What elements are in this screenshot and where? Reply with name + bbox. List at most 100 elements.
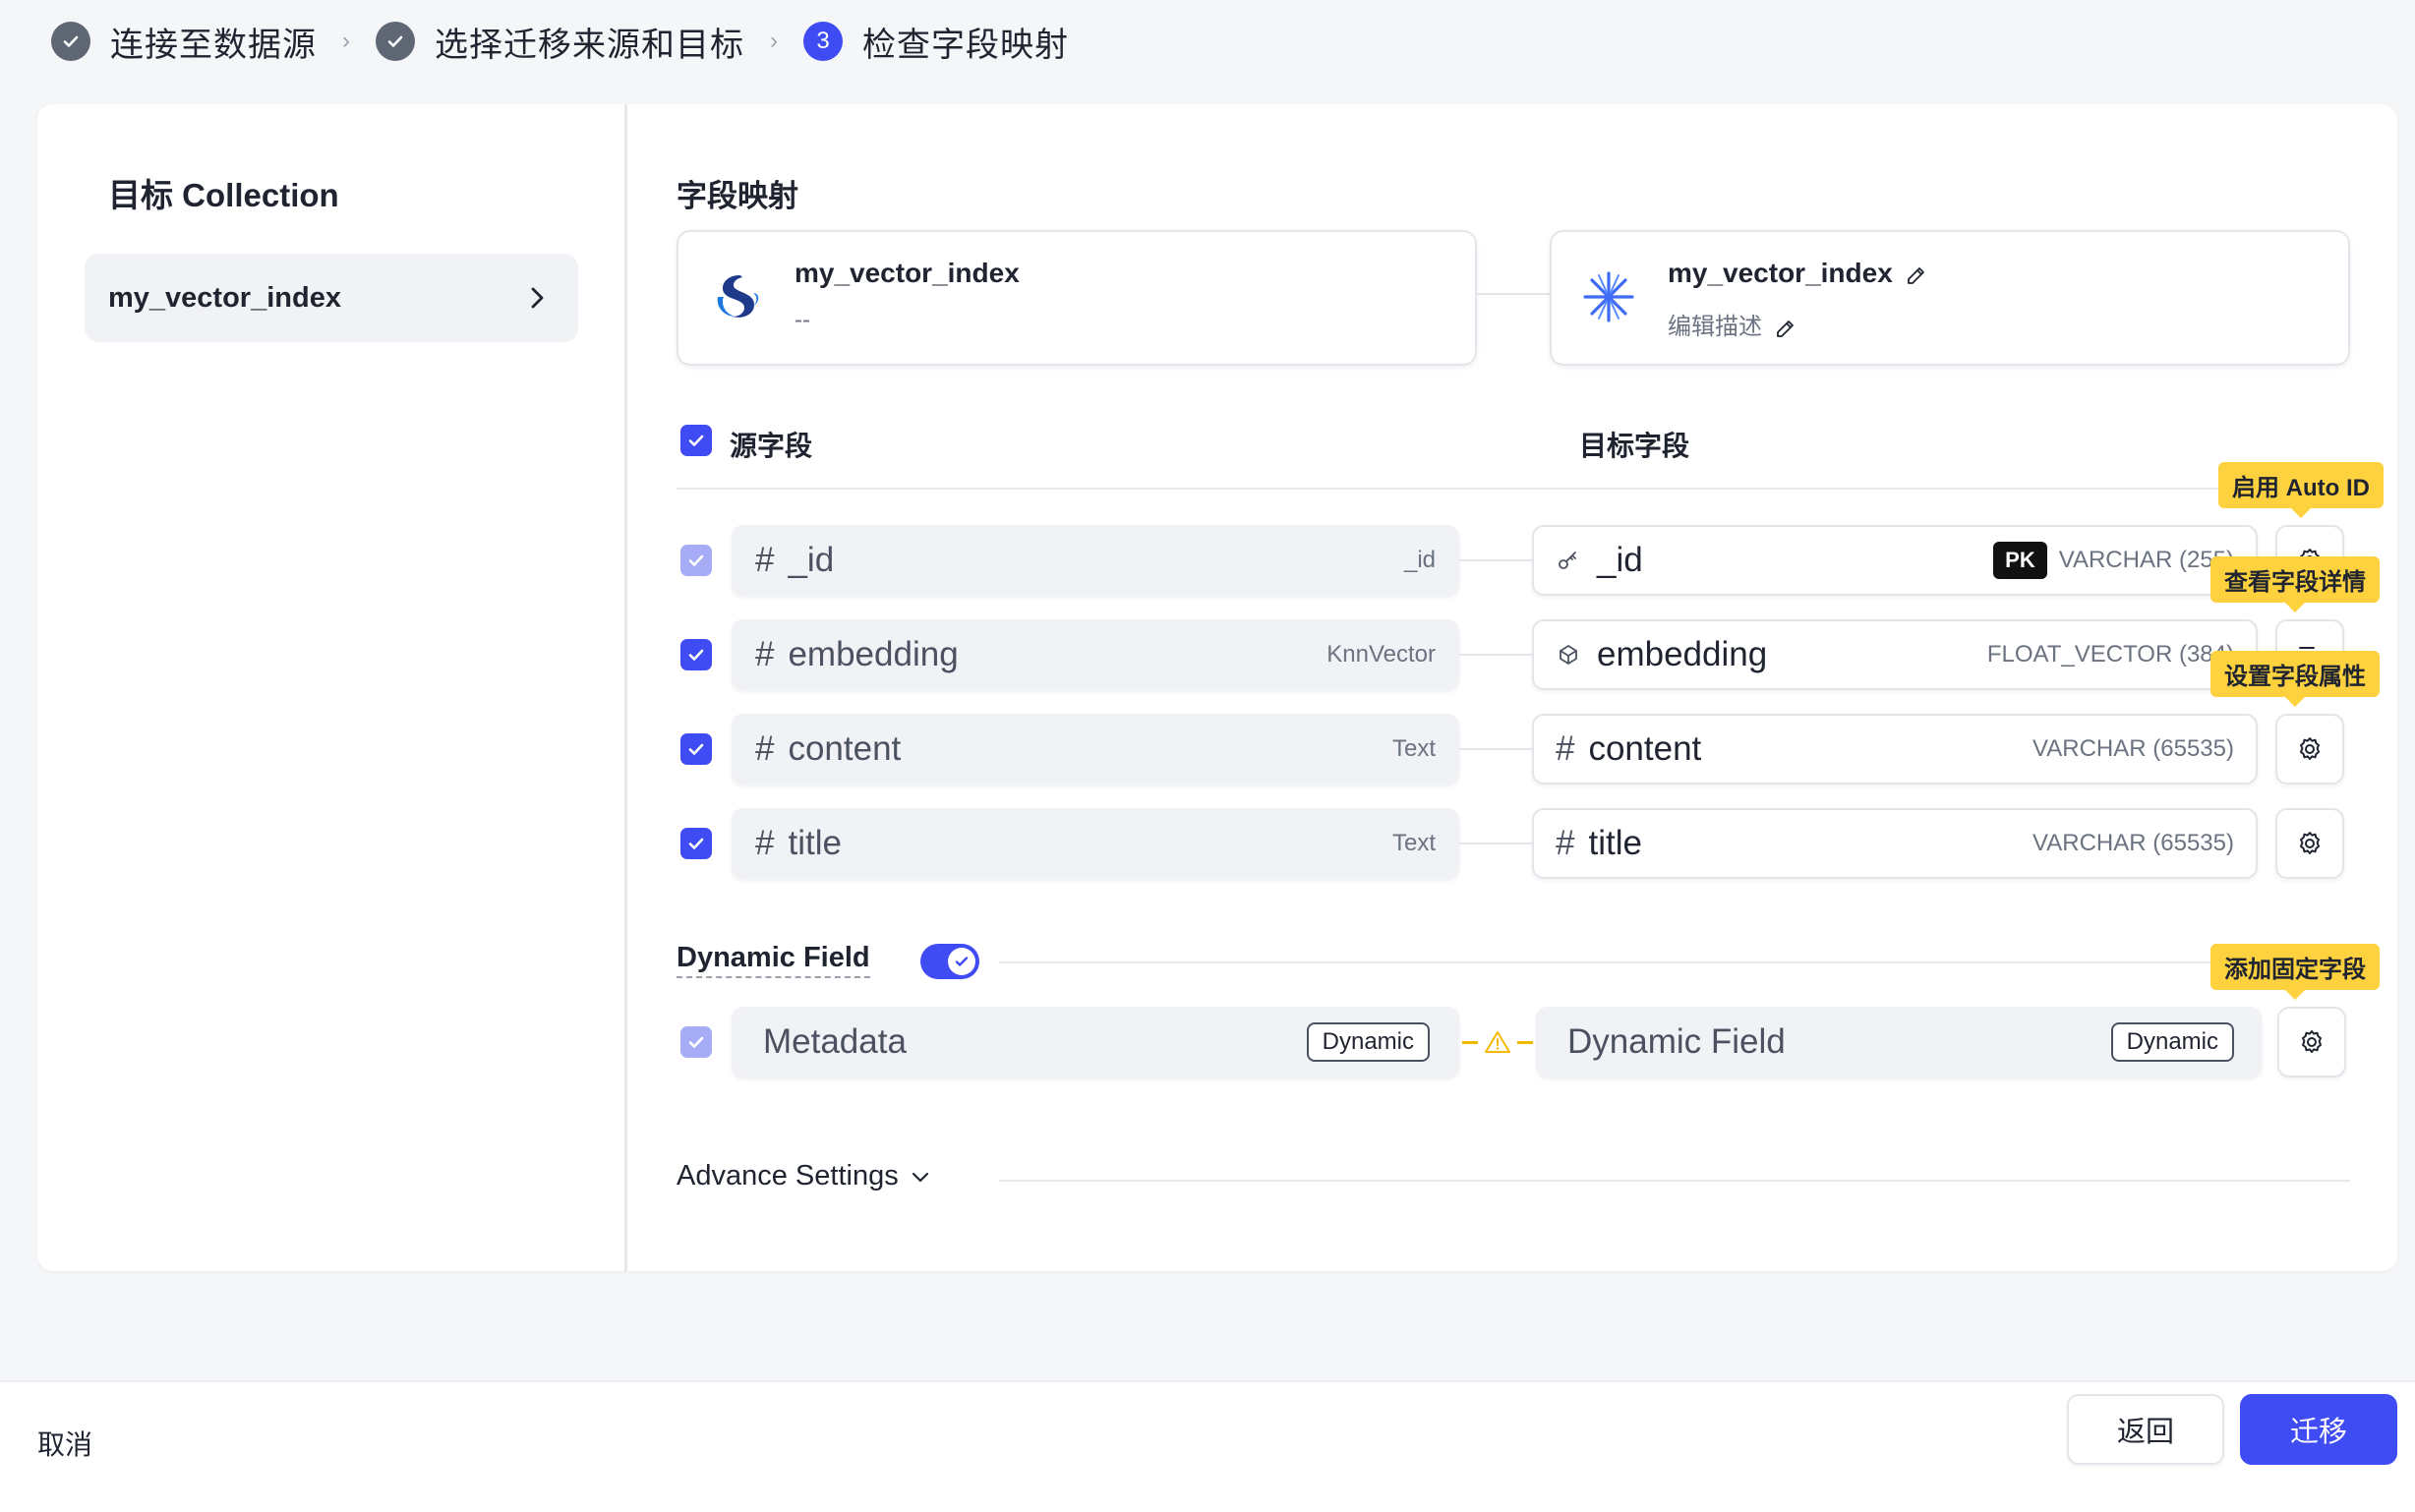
- target-field-type: FLOAT_VECTOR (384): [1986, 641, 2234, 668]
- source-field: # content Text: [732, 714, 1459, 785]
- edit-icon[interactable]: [1905, 263, 1928, 287]
- collection-name: my_vector_index: [108, 281, 341, 314]
- step-label: 连接至数据源: [110, 26, 317, 64]
- source-field: # embedding KnnVector: [732, 619, 1459, 690]
- advance-settings-label: Advance Settings: [677, 1160, 899, 1192]
- dynamic-field-toggle[interactable]: [920, 944, 979, 979]
- source-fields-header: 源字段: [730, 431, 813, 461]
- field-checkbox[interactable]: [680, 1026, 712, 1058]
- field-row-embedding: # embedding KnnVector embedding FLOAT_VEC…: [627, 556, 2397, 690]
- key-icon: [1559, 552, 1576, 569]
- target-field-name: title: [1588, 824, 1642, 862]
- toggle-knob: [948, 948, 975, 975]
- edit-icon[interactable]: [1774, 317, 1797, 340]
- dynamic-field-title: Dynamic Field: [677, 942, 870, 978]
- dynamic-badge: Dynamic: [1306, 1022, 1430, 1062]
- chevron-right-icon: ›: [342, 28, 350, 54]
- collection-sidebar: 目标 Collection my_vector_index: [37, 104, 627, 1271]
- target-field-type: VARCHAR (65535): [2032, 735, 2234, 762]
- source-field-type: Text: [1391, 735, 1436, 762]
- step-select: 选择迁移来源和目标: [376, 18, 744, 66]
- target-field-name: Dynamic Field: [1567, 1022, 1786, 1061]
- hash-icon: #: [1556, 824, 1575, 862]
- tooltip-add-fixed-field: 添加固定字段: [2210, 944, 2380, 1000]
- gear-icon: [2300, 737, 2320, 760]
- source-collection-description: --: [795, 307, 810, 333]
- target-collection-description[interactable]: 编辑描述: [1668, 307, 1797, 341]
- cancel-button[interactable]: 取消: [37, 1424, 92, 1463]
- field-row-title: # title Text # title VARCHAR (65535): [627, 808, 2397, 879]
- field-checkbox[interactable]: [680, 733, 712, 765]
- source-collection-name: my_vector_index: [795, 258, 1020, 288]
- source-field-type: KnnVector: [1326, 641, 1436, 668]
- target-field[interactable]: # title VARCHAR (65535): [1532, 808, 2258, 879]
- source-field-type: _id: [1403, 547, 1436, 573]
- field-checkbox[interactable]: [680, 545, 712, 576]
- stepper: 连接至数据源 › 选择迁移来源和目标 › 3 检查字段映射: [51, 14, 1069, 69]
- source-field-name: content: [788, 729, 902, 768]
- warning-icon: [1485, 1031, 1510, 1053]
- field-checkbox[interactable]: [680, 639, 712, 670]
- target-collection-name-text: my_vector_index: [1668, 258, 1893, 288]
- target-collection-card: my_vector_index 编辑描述: [1550, 230, 2350, 366]
- step-mapping: 3 检查字段映射: [803, 18, 1069, 66]
- field-row-id: # _id _id _id PK VARCHAR (255) 启用 Auto ID: [627, 462, 2397, 596]
- step-label: 选择迁移来源和目标: [435, 26, 744, 64]
- hash-icon: #: [755, 824, 775, 862]
- connector-line: [1459, 559, 1532, 561]
- pk-badge: PK: [1993, 542, 2047, 579]
- field-mapping-area: 字段映射 my_vector_index -- my_vector_index …: [627, 104, 2397, 1271]
- select-all-checkbox[interactable]: [680, 425, 712, 456]
- sidebar-title: 目标 Collection: [108, 177, 339, 213]
- add-fixed-field-button[interactable]: [2277, 1007, 2346, 1077]
- source-collection-card: my_vector_index --: [677, 230, 1477, 366]
- vector-icon: [1560, 645, 1577, 665]
- source-field: Metadata Dynamic: [732, 1007, 1459, 1077]
- connector-line: [1459, 748, 1532, 750]
- advance-settings-toggle[interactable]: Advance Settings: [677, 1160, 932, 1192]
- divider: [999, 961, 2350, 963]
- check-icon: [376, 22, 415, 61]
- target-field[interactable]: # content VARCHAR (65535): [1532, 714, 2258, 785]
- divider: [999, 1180, 2350, 1182]
- warning-connector: [1459, 1028, 1536, 1056]
- gear-icon: [2302, 1030, 2322, 1053]
- target-field-name: embedding: [1597, 635, 1768, 673]
- source-field-name: _id: [788, 541, 835, 579]
- section-title: 字段映射: [677, 179, 798, 213]
- gear-icon: [2300, 832, 2320, 854]
- source-field-name: Metadata: [763, 1022, 907, 1061]
- source-field-name: embedding: [788, 635, 959, 673]
- source-field: # title Text: [732, 808, 1459, 879]
- divider: [677, 488, 2350, 490]
- back-button[interactable]: 返回: [2067, 1394, 2224, 1465]
- sidebar-item-collection[interactable]: my_vector_index: [85, 254, 578, 342]
- target-field: Dynamic Field Dynamic: [1536, 1007, 2262, 1077]
- field-settings-button[interactable]: [2275, 808, 2344, 879]
- field-checkbox[interactable]: [680, 828, 712, 859]
- check-icon: [51, 22, 90, 61]
- hash-icon: #: [755, 729, 775, 768]
- hash-icon: #: [755, 541, 775, 579]
- chevron-down-icon: [912, 1172, 928, 1182]
- target-field[interactable]: _id PK VARCHAR (255): [1532, 525, 2258, 596]
- target-field-type: VARCHAR (65535): [2032, 830, 2234, 856]
- target-fields-header: 目标字段: [1579, 431, 1690, 461]
- field-settings-button[interactable]: [2275, 714, 2344, 785]
- check-icon: [955, 957, 969, 966]
- main-panel: 目标 Collection my_vector_index 字段映射 my_ve…: [37, 104, 2397, 1271]
- edit-description-text: 编辑描述: [1668, 314, 1762, 340]
- step-number: 3: [803, 22, 843, 61]
- target-collection-name[interactable]: my_vector_index: [1668, 258, 1928, 289]
- source-field: # _id _id: [732, 525, 1459, 596]
- step-label: 检查字段映射: [862, 26, 1069, 64]
- hash-icon: #: [755, 635, 775, 673]
- target-field-name: _id: [1597, 541, 1643, 579]
- chevron-right-icon: ›: [770, 28, 778, 54]
- step-connect: 连接至数据源: [51, 18, 317, 66]
- target-field[interactable]: embedding FLOAT_VECTOR (384): [1532, 619, 2258, 690]
- hash-icon: #: [1556, 729, 1575, 768]
- target-field-type: VARCHAR (255): [2058, 547, 2234, 573]
- migrate-button[interactable]: 迁移: [2240, 1394, 2397, 1465]
- source-logo-icon: [717, 275, 759, 318]
